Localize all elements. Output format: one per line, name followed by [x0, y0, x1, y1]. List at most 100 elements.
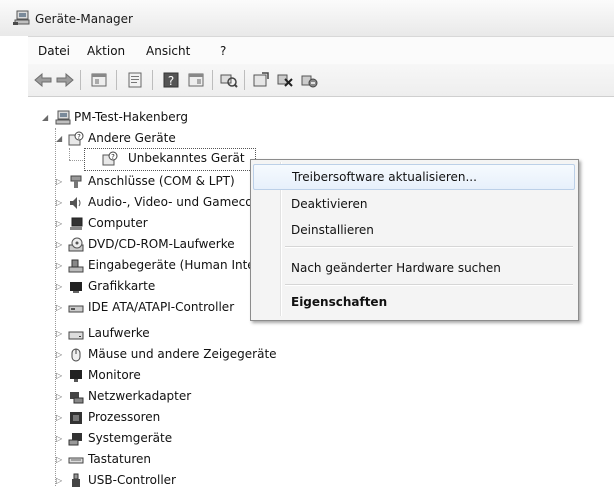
network-adapter-icon — [68, 389, 84, 405]
expand-arrow-icon[interactable]: ▷ — [56, 476, 62, 485]
tree-item-label: Anschlüsse (COM & LPT) — [88, 174, 235, 188]
expand-arrow-icon[interactable]: ▷ — [56, 413, 62, 422]
disable-icon[interactable] — [274, 69, 296, 91]
toolbar-separator — [116, 70, 117, 90]
menu-item-label: Deinstallieren — [291, 223, 374, 237]
tree-item-andere-geraete[interactable]: ◢ ? Andere Geräte — [40, 129, 340, 149]
menu-item-scan-hardware[interactable]: Nach geänderter Hardware suchen — [253, 256, 575, 280]
dvd-drive-icon — [68, 237, 84, 253]
uninstall-icon[interactable] — [298, 69, 320, 91]
tree-item-label: Andere Geräte — [88, 131, 176, 145]
tree-item-audio[interactable]: ▷ Audio-, Video- und Gamecontroller — [40, 193, 296, 213]
expand-arrow-icon[interactable]: ▷ — [56, 350, 62, 359]
tree-item-label: Systemgeräte — [88, 431, 173, 445]
expand-arrow-icon[interactable]: ▷ — [56, 219, 62, 228]
expand-arrow-icon[interactable]: ▷ — [56, 198, 62, 207]
device-manager-window: Geräte-Manager Datei Aktion Ansicht ? ? — [0, 0, 614, 493]
port-icon — [68, 174, 84, 190]
expand-arrow-icon[interactable]: ▷ — [56, 282, 62, 291]
expand-arrow-icon[interactable]: ▷ — [56, 240, 62, 249]
tree-item-label: Prozessoren — [88, 410, 161, 424]
expand-arrow-icon[interactable]: ▷ — [56, 434, 62, 443]
tree-item-usb[interactable]: ▷ USB-Controller — [40, 471, 260, 491]
menu-datei[interactable]: Datei — [38, 44, 70, 58]
collapse-arrow-icon[interactable]: ◢ — [56, 134, 62, 143]
tree-item-label: IDE ATA/ATAPI-Controller — [88, 300, 235, 314]
monitor-icon — [68, 368, 84, 384]
speaker-icon — [68, 195, 84, 211]
tree-item-computer[interactable]: ▷ Computer — [40, 214, 260, 234]
computer-icon — [68, 216, 84, 232]
menu-item-properties[interactable]: Eigenschaften — [253, 290, 575, 314]
menu-item-label: Eigenschaften — [291, 295, 388, 309]
selection-focus-box — [84, 148, 256, 171]
view-icon[interactable] — [88, 69, 110, 91]
tree-item-label: DVD/CD-ROM-Laufwerke — [88, 237, 235, 251]
update-driver-icon[interactable] — [250, 69, 272, 91]
menu-separator — [285, 246, 573, 248]
expand-arrow-icon[interactable]: ▷ — [56, 329, 62, 338]
toolbar-separator — [80, 70, 81, 90]
tree-item-prozessoren[interactable]: ▷ Prozessoren — [40, 408, 260, 428]
title-bar[interactable]: Geräte-Manager — [0, 0, 614, 36]
tree-item-label: Monitore — [88, 368, 141, 382]
scan-icon[interactable] — [218, 69, 240, 91]
back-icon[interactable] — [32, 69, 54, 91]
tree-item-label: USB-Controller — [88, 473, 176, 487]
menu-help[interactable]: ? — [220, 44, 226, 58]
tree-item-netzwerkadapter[interactable]: ▷ Netzwerkadapter — [40, 387, 260, 407]
tree-item-label: Tastaturen — [88, 452, 151, 466]
tree-item-label: Laufwerke — [88, 326, 150, 340]
tree-item-eingabegeraete[interactable]: ▷ Eingabegeräte (Human Interface Devices… — [40, 256, 341, 276]
disk-drive-icon — [68, 326, 84, 342]
tree-item-ide[interactable]: ▷ IDE ATA/ATAPI-Controller — [40, 298, 260, 318]
input-device-icon — [68, 258, 84, 274]
collapse-arrow-icon[interactable]: ◢ — [42, 113, 48, 122]
menu-item-label: Deaktivieren — [291, 197, 368, 211]
menu-item-update-driver[interactable]: Treibersoftware aktualisieren... — [253, 164, 575, 190]
help-icon[interactable]: ? — [160, 69, 182, 91]
expand-arrow-icon[interactable]: ▷ — [56, 303, 62, 312]
keyboard-icon — [68, 452, 84, 468]
unknown-device-icon: ? — [68, 131, 84, 147]
window-title: Geräte-Manager — [35, 12, 133, 26]
properties-icon[interactable] — [124, 69, 146, 91]
tree-item-laufwerke[interactable]: ▷ Laufwerke — [40, 324, 260, 344]
mouse-icon — [68, 347, 84, 363]
menu-ansicht[interactable]: Ansicht — [146, 44, 190, 58]
menu-aktion[interactable]: Aktion — [87, 44, 125, 58]
usb-icon — [68, 473, 84, 489]
tree-item-anschluesse[interactable]: ▷ Anschlüsse (COM & LPT) — [40, 172, 260, 192]
expand-arrow-icon[interactable]: ▷ — [56, 455, 62, 464]
menu-item-label: Nach geänderter Hardware suchen — [291, 261, 501, 275]
tree-item-tastaturen[interactable]: ▷ Tastaturen — [40, 450, 260, 470]
context-menu: Treibersoftware aktualisieren... Deaktiv… — [250, 159, 579, 321]
menu-item-disable[interactable]: Deaktivieren — [253, 192, 575, 216]
device-manager-icon — [13, 10, 31, 29]
toolbar-separator — [244, 70, 245, 90]
menu-bar: Datei Aktion Ansicht ? — [28, 36, 614, 65]
menu-item-label: Treibersoftware aktualisieren... — [292, 170, 477, 184]
tree-root-label: PM-Test-Hakenberg — [74, 110, 189, 124]
view2-icon[interactable] — [185, 69, 207, 91]
tree-root[interactable]: ◢ PM-Test-Hakenberg — [40, 108, 340, 128]
computer-icon — [54, 110, 71, 126]
menu-separator — [285, 284, 573, 286]
tree-item-grafikkarte[interactable]: ▷ Grafikkarte — [40, 277, 260, 297]
forward-icon[interactable] — [54, 69, 76, 91]
svg-text:?: ? — [168, 74, 174, 88]
expand-arrow-icon[interactable]: ▷ — [56, 261, 62, 270]
menu-item-uninstall[interactable]: Deinstallieren — [253, 218, 575, 242]
tree-item-maeuse[interactable]: ▷ Mäuse und andere Zeigegeräte — [40, 345, 360, 365]
toolbar-separator — [152, 70, 153, 90]
tree-item-monitore[interactable]: ▷ Monitore — [40, 366, 260, 386]
toolbar-separator — [212, 70, 213, 90]
ide-controller-icon — [68, 300, 84, 316]
expand-arrow-icon[interactable]: ▷ — [56, 371, 62, 380]
tree-item-systemgeraete[interactable]: ▷ Systemgeräte — [40, 429, 260, 449]
tree-item-label: Netzwerkadapter — [88, 389, 192, 403]
expand-arrow-icon[interactable]: ▷ — [56, 177, 62, 186]
expand-arrow-icon[interactable]: ▷ — [56, 392, 62, 401]
system-device-icon — [68, 431, 84, 447]
tree-item-dvd[interactable]: ▷ DVD/CD-ROM-Laufwerke — [40, 235, 260, 255]
